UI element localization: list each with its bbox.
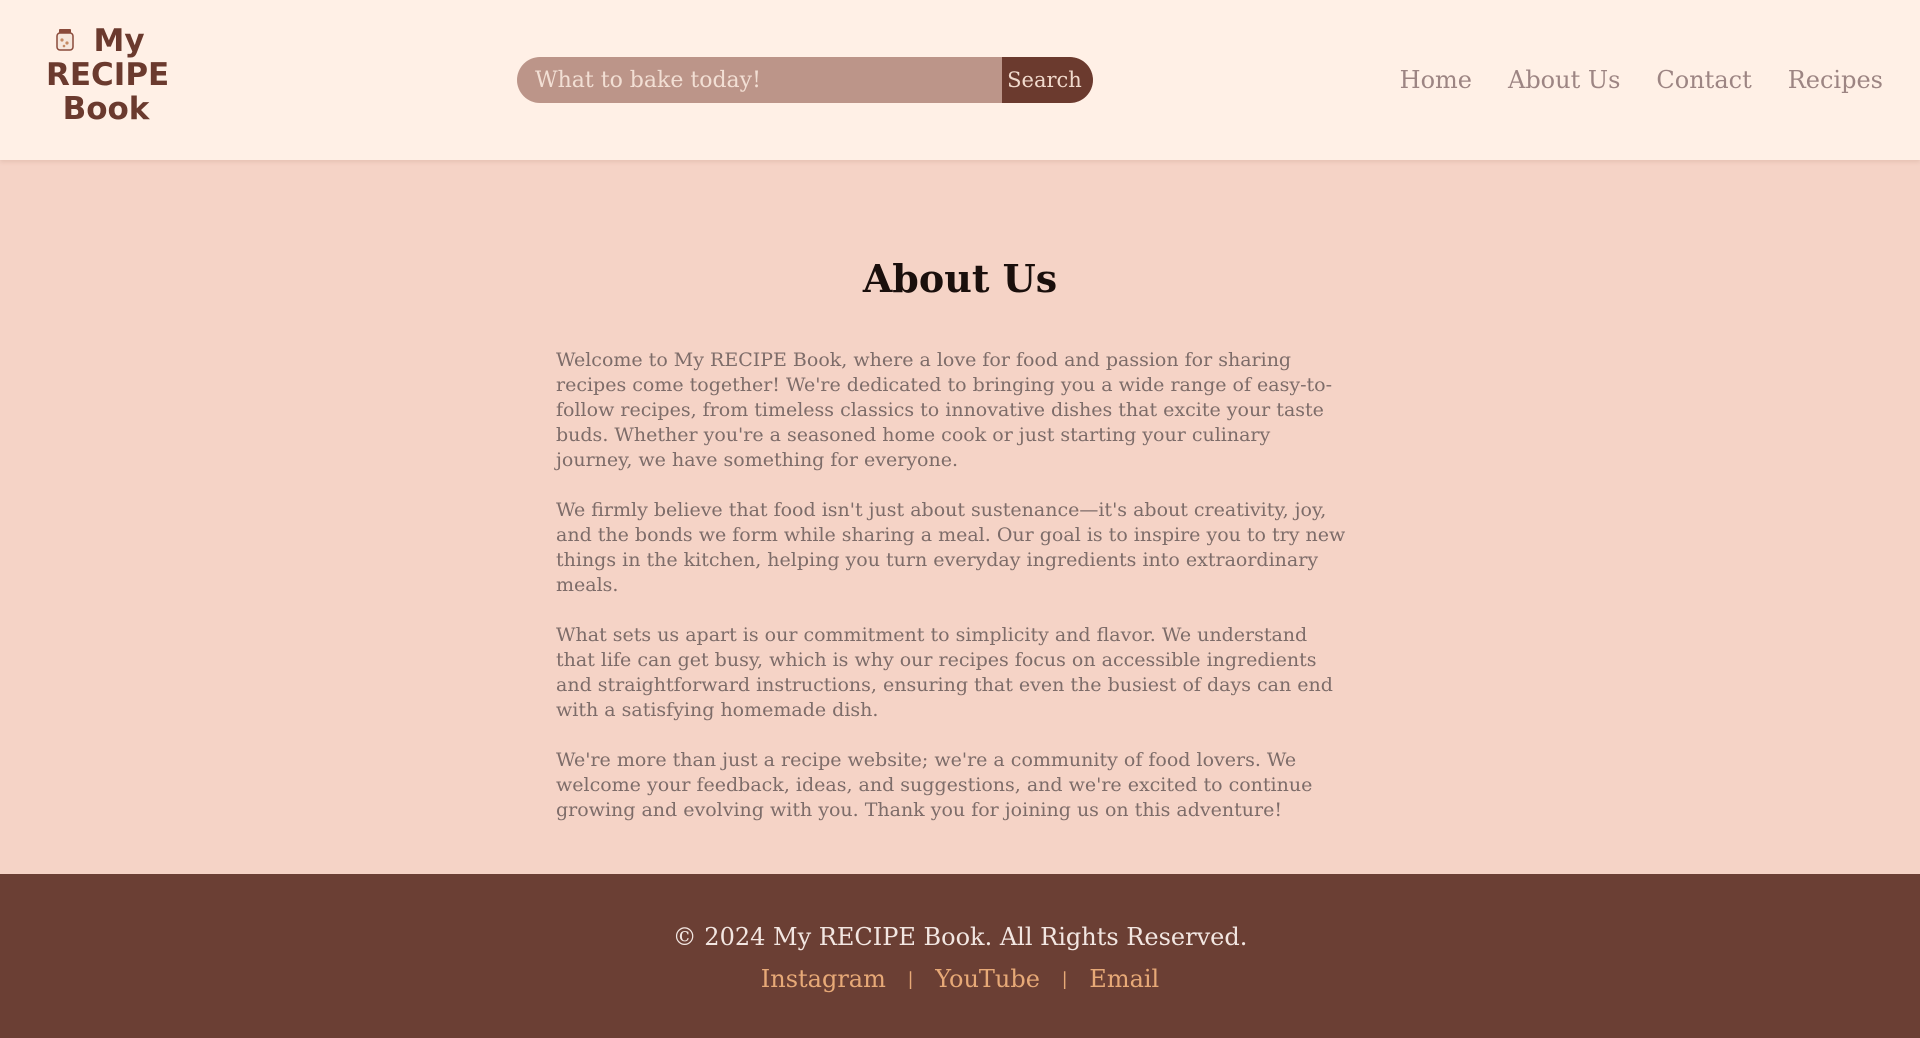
email-link[interactable]: Email [1089,965,1159,993]
main-content: About Us Welcome to My RECIPE Book, wher… [0,160,1920,874]
copyright-text: © 2024 My RECIPE Book. All Rights Reserv… [672,923,1248,951]
about-paragraph: We firmly believe that food isn't just a… [556,499,1346,596]
about-paragraph: Welcome to My RECIPE Book, where a love … [556,349,1333,471]
nav-recipes-link[interactable]: Recipes [1788,62,1883,98]
nav-home-link[interactable]: Home [1400,62,1472,98]
youtube-link[interactable]: YouTube [935,965,1040,993]
about-paragraph: What sets us apart is our commitment to … [556,624,1333,721]
instagram-link[interactable]: Instagram [761,965,886,993]
site-header: My RECIPE Book Search Home About Us Cont… [0,0,1920,160]
main-nav: Home About Us Contact Recipes [1400,62,1883,98]
logo-text-book: Book [62,91,150,127]
logo-text-recipe: RECIPE [46,57,170,93]
search-input[interactable] [517,57,1002,103]
link-separator: | [907,969,914,990]
link-separator: | [1061,969,1068,990]
social-links: Instagram | YouTube | Email [0,962,1920,999]
site-footer: © 2024 My RECIPE Book. All Rights Reserv… [0,874,1920,1038]
nav-about-us-link[interactable]: About Us [1508,62,1620,98]
cookie-jar-icon [56,29,74,51]
search-button[interactable]: Search [1002,57,1093,103]
page-title: About Us [862,256,1058,301]
site-logo[interactable]: My RECIPE Book [46,24,170,134]
about-text: Welcome to My RECIPE Book, where a love … [556,348,1350,848]
search-bar: Search [517,57,1093,103]
about-paragraph: We're more than just a recipe website; w… [556,749,1313,821]
nav-contact-link[interactable]: Contact [1656,62,1751,98]
